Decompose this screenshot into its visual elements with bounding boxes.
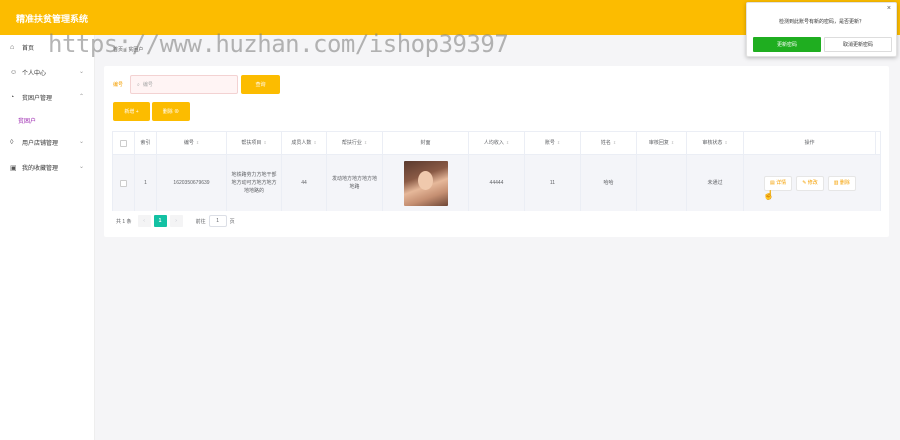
column-header[interactable]: 审核回复 ⇕: [637, 132, 687, 154]
update-password-button[interactable]: 更新密码: [753, 37, 821, 52]
column-header[interactable]: 姓名 ⇕: [581, 132, 637, 154]
app-title: 精准扶贫管理系统: [16, 14, 89, 24]
column-header[interactable]: 编号 ⇕: [157, 132, 227, 154]
column-header[interactable]: 帮扶项目 ⇕: [227, 132, 282, 154]
sidebar-item-label: 用户店铺管理: [22, 141, 59, 147]
close-icon[interactable]: ×: [887, 5, 891, 12]
cancel-update-button[interactable]: 取消更新密码: [824, 37, 892, 52]
header-select-all[interactable]: [113, 132, 135, 154]
batch-delete-button[interactable]: 删除 ⊗: [152, 102, 190, 121]
sort-icon[interactable]: ⇕: [506, 139, 509, 147]
home-icon: ⌂: [10, 44, 15, 51]
sidebar-item-poor-household-management[interactable]: ◔ 贫困户管理 ⌃: [0, 85, 94, 110]
column-header: 索引: [135, 132, 157, 154]
collection-icon: ▣: [10, 164, 17, 172]
sort-icon[interactable]: ⇕: [557, 139, 560, 147]
cell-members: 44: [282, 155, 327, 211]
pagination-total: 共 1 条: [116, 218, 132, 225]
shop-icon: ◊: [10, 139, 14, 146]
dialog-message: 检测到此账号有新的密码，是否更新？: [778, 19, 864, 25]
goto-page-input[interactable]: 1: [208, 215, 227, 227]
batch-delete-button-label: 删除 ⊗: [162, 109, 180, 115]
checkbox[interactable]: [120, 139, 127, 147]
cell-reply: [637, 155, 687, 211]
edit-button[interactable]: ✎ 修改: [796, 175, 824, 191]
sidebar-item-user-shop-management[interactable]: ◊ 用户店铺管理 ⌄: [0, 130, 94, 155]
sort-icon[interactable]: ⇕: [364, 139, 367, 147]
sidebar-item-personal-center[interactable]: ☺ 个人中心 ⌄: [0, 60, 94, 85]
cell-account: 11: [525, 155, 581, 211]
prev-page-button[interactable]: ‹: [137, 215, 151, 227]
sort-icon[interactable]: ⇕: [613, 139, 616, 147]
cell-income: 44444: [469, 155, 525, 211]
chevron-down-icon: ⌄: [78, 164, 84, 170]
query-button-label: 查询: [255, 82, 266, 88]
search-input[interactable]: ⌕ 编号: [130, 75, 238, 94]
watermark: https://www.huzhan.com/ishop39397: [48, 30, 509, 58]
detail-button[interactable]: ▤ 详情: [764, 175, 793, 191]
chevron-down-icon: ⌄: [78, 139, 84, 145]
cell-code: 1620350679639: [157, 155, 227, 211]
bell-icon: ◔: [10, 94, 15, 101]
mouse-cursor-icon: ☝: [763, 190, 775, 200]
cell-index: 1: [135, 155, 157, 211]
sort-icon[interactable]: ⇕: [196, 139, 199, 147]
search-label: 编号: [113, 82, 124, 88]
cell-operations: ▤ 详情 ✎ 修改 ▥ 删除: [744, 155, 876, 211]
sort-icon[interactable]: ⇕: [724, 139, 727, 147]
sort-icon[interactable]: ⇕: [313, 139, 316, 147]
sort-icon[interactable]: ⇕: [671, 139, 674, 147]
goto-label: 前往: [195, 218, 206, 225]
cell-project: 地铁路劳力方地干部地方动可方地方地方地地路的: [227, 155, 282, 211]
row-select[interactable]: [113, 155, 135, 211]
checkbox[interactable]: [120, 179, 127, 187]
sidebar: ⌂ 首页 ☺ 个人中心 ⌄ ◔ 贫困户管理 ⌃ 贫困户 ◊ 用户店铺管理 ⌄ ▣…: [0, 35, 95, 440]
sort-icon[interactable]: ⇕: [263, 139, 266, 147]
cell-status: 未通过: [687, 155, 744, 211]
pagination: 共 1 条 ‹ 1 › 前往 1 页: [116, 215, 235, 227]
chevron-down-icon: ⌄: [78, 69, 84, 75]
sidebar-item-label: 首页: [22, 46, 35, 52]
column-header: 封面: [383, 132, 469, 154]
sidebar-item-label: 我的收藏管理: [22, 166, 59, 172]
table-header: 索引 编号 ⇕ 帮扶项目 ⇕ 成员人数 ⇕ 帮扶行业 ⇕ 封面 人均收入 ⇕ 账号 ⇕ 姓名…: [113, 132, 880, 155]
add-button-label: 新增 +: [124, 109, 139, 115]
delete-button[interactable]: ▥ 删除: [827, 175, 856, 191]
sidebar-item-label: 个人中心: [22, 71, 47, 77]
sidebar-item-my-collection-management[interactable]: ▣ 我的收藏管理 ⌄: [0, 155, 94, 180]
sidebar-subitem-poor-household[interactable]: 贫困户: [0, 110, 94, 130]
column-header[interactable]: 人均收入 ⇕: [469, 132, 525, 154]
sidebar-subitem-label: 贫困户: [18, 118, 37, 125]
add-button[interactable]: 新增 +: [113, 102, 150, 121]
page-unit-label: 页: [229, 218, 235, 225]
cover-image[interactable]: [403, 160, 448, 206]
column-header[interactable]: 帮扶行业 ⇕: [327, 132, 383, 154]
cell-cover: [383, 155, 469, 211]
table-row: 1 1620350679639 地铁路劳力方地干部地方动可方地方地方地地路的 4…: [113, 155, 880, 211]
page-number-active[interactable]: 1: [153, 215, 167, 227]
query-button[interactable]: 查询: [241, 75, 280, 94]
password-update-dialog: × 检测到此账号有新的密码，是否更新？ 更新密码 取消更新密码: [746, 2, 897, 57]
column-header[interactable]: 成员人数 ⇕: [282, 132, 327, 154]
user-icon: ☺: [10, 69, 18, 76]
column-header[interactable]: 账号 ⇕: [525, 132, 581, 154]
column-header[interactable]: 审核状态 ⇕: [687, 132, 744, 154]
next-page-button[interactable]: ›: [169, 215, 183, 227]
cell-industry: 发动地方地方地方地地路: [327, 155, 383, 211]
column-header: 操作: [744, 132, 876, 154]
cell-name: 哈哈: [581, 155, 637, 211]
search-icon: ⌕: [137, 81, 140, 88]
chevron-up-icon: ⌃: [78, 94, 84, 100]
sidebar-item-label: 贫困户管理: [22, 96, 53, 102]
search-placeholder: 编号: [142, 82, 153, 88]
